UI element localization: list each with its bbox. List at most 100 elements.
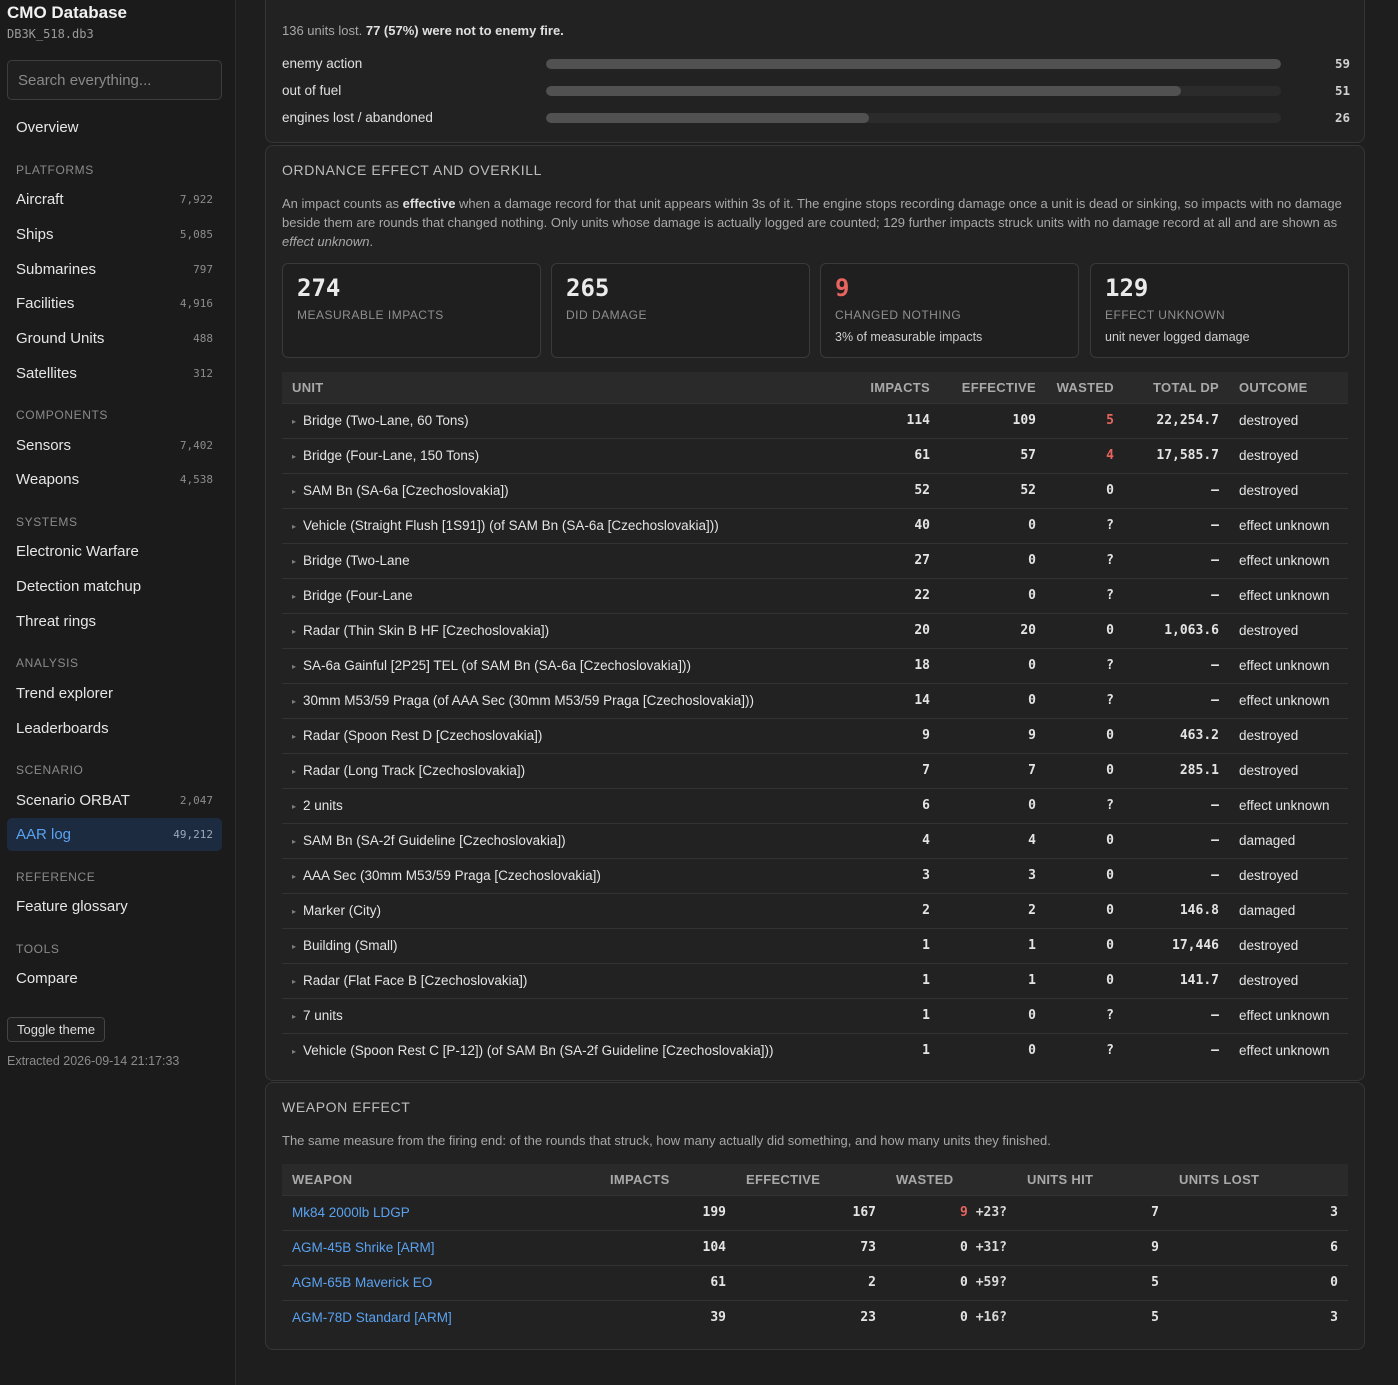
col-impacts[interactable]: IMPACTS [852,372,940,403]
nav-ground-units[interactable]: Ground Units 488 [7,322,222,355]
table-row[interactable]: ▸ Bridge (Two-Lane 27 0? – effect unknown [282,542,1348,578]
table-row[interactable]: ▸ Bridge (Four-Lane 22 0? – effect unknown [282,577,1348,613]
unit-cell[interactable]: ▸ Bridge (Two-Lane [282,542,852,578]
unit-name: Radar (Thin Skin B HF [Czechoslovakia]) [303,623,550,638]
unit-cell[interactable]: ▸ Radar (Long Track [Czechoslovakia]) [282,752,852,788]
table-row[interactable]: ▸ Bridge (Two-Lane, 60 Tons) 114 109 5 22,254… [282,402,1348,438]
nav-compare[interactable]: Compare [7,962,222,995]
table-row[interactable]: ▸ Bridge (Four-Lane, 150 Tons) 61 57 4 17,585… [282,437,1348,473]
unit-cell[interactable]: ▸ SAM Bn (SA-6a [Czechoslovakia]) [282,472,852,508]
unit-cell[interactable]: ▸ 7 units [282,997,852,1033]
col-units-lost[interactable]: UNITS LOST [1169,1164,1348,1195]
nav-leaderboards[interactable]: Leaderboards [7,712,222,745]
table-row[interactable]: ▸ Radar (Long Track [Czechoslovakia]) 7 7 0 2… [282,752,1348,788]
col-effective[interactable]: EFFECTIVE [940,372,1046,403]
nav-aircraft[interactable]: Aircraft 7,922 [7,183,222,216]
unit-cell[interactable]: ▸ Marker (City) [282,892,852,928]
expand-triangle-icon[interactable]: ▸ [292,697,296,706]
weapon-link[interactable]: AGM-65B Maverick EO [292,1275,432,1290]
table-row[interactable]: ▸ AAA Sec (30mm M53/59 Praga [Czechoslova… [282,857,1348,893]
expand-triangle-icon[interactable]: ▸ [292,452,296,461]
expand-triangle-icon[interactable]: ▸ [292,942,296,951]
nav-scenario-orbat[interactable]: Scenario ORBAT 2,047 [7,784,222,817]
expand-triangle-icon[interactable]: ▸ [292,732,296,741]
wasted-cell: 5 [1046,402,1124,438]
col-units-hit[interactable]: UNITS HIT [1017,1164,1169,1195]
table-row[interactable]: ▸ Marker (City) 2 2 0 146.8 damaged [282,892,1348,928]
col-wasted[interactable]: WASTED [1046,372,1124,403]
nav-trend-explorer[interactable]: Trend explorer [7,677,222,710]
unit-cell[interactable]: ▸ Vehicle (Straight Flush [1S91]) (of SAM… [282,507,852,543]
search-input[interactable] [7,60,222,100]
unit-cell[interactable]: ▸ 30mm M53/59 Praga (of AAA Sec (30mm M53… [282,682,852,718]
unit-cell[interactable]: ▸ Bridge (Four-Lane [282,577,852,613]
col-wasted[interactable]: WASTED [886,1164,1017,1195]
expand-triangle-icon[interactable]: ▸ [292,767,296,776]
weapon-link[interactable]: AGM-78D Standard [ARM] [292,1310,452,1325]
expand-triangle-icon[interactable]: ▸ [292,662,296,671]
expand-triangle-icon[interactable]: ▸ [292,872,296,881]
unit-cell[interactable]: ▸ Radar (Spoon Rest D [Czechoslovakia]) [282,717,852,753]
impacts-cell: 22 [852,577,940,613]
expand-triangle-icon[interactable]: ▸ [292,557,296,566]
expand-triangle-icon[interactable]: ▸ [292,592,296,601]
table-row[interactable]: ▸ Building (Small) 1 1 0 17,446 destroyed [282,927,1348,963]
nav-feature-glossary[interactable]: Feature glossary [7,890,222,923]
unit-cell[interactable]: ▸ Building (Small) [282,927,852,963]
table-row[interactable]: ▸ 30mm M53/59 Praga (of AAA Sec (30mm M53… [282,682,1348,718]
expand-triangle-icon[interactable]: ▸ [292,977,296,986]
nav-ships[interactable]: Ships 5,085 [7,218,222,251]
nav-satellites[interactable]: Satellites 312 [7,357,222,390]
col-outcome[interactable]: OUTCOME [1229,372,1348,403]
nav-weapons[interactable]: Weapons 4,538 [7,463,222,496]
weapon-link[interactable]: Mk84 2000lb LDGP [292,1205,410,1220]
table-row[interactable]: ▸ SAM Bn (SA-6a [Czechoslovakia]) 52 52 0– de… [282,472,1348,508]
nav-electronic-warfare[interactable]: Electronic Warfare [7,535,222,568]
unit-cell[interactable]: ▸ AAA Sec (30mm M53/59 Praga [Czechoslova… [282,857,852,893]
nav-label: Facilities [16,295,75,312]
expand-triangle-icon[interactable]: ▸ [292,1047,296,1056]
col-impacts[interactable]: IMPACTS [600,1164,736,1195]
toggle-theme-button[interactable]: Toggle theme [7,1017,106,1042]
unit-cell[interactable]: ▸ Bridge (Two-Lane, 60 Tons) [282,402,852,438]
expand-triangle-icon[interactable]: ▸ [292,522,296,531]
table-row[interactable]: ▸ Radar (Thin Skin B HF [Czechoslovakia])… [282,612,1348,648]
nav-sensors[interactable]: Sensors 7,402 [7,429,222,462]
unit-cell[interactable]: ▸ 2 units [282,787,852,823]
table-row[interactable]: ▸ 7 units 1 0? – effect unknown [282,997,1348,1033]
expand-triangle-icon[interactable]: ▸ [292,907,296,916]
col-effective[interactable]: EFFECTIVE [736,1164,886,1195]
expand-triangle-icon[interactable]: ▸ [292,837,296,846]
unit-cell[interactable]: ▸ SAM Bn (SA-2f Guideline [Czechoslovakia… [282,822,852,858]
unit-cell[interactable]: ▸ Vehicle (Spoon Rest C [P-12]) (of SAM B… [282,1032,852,1068]
nav-facilities[interactable]: Facilities 4,916 [7,287,222,320]
section-components: COMPONENTS [16,408,109,422]
expand-triangle-icon[interactable]: ▸ [292,417,296,426]
nav-detection-matchup[interactable]: Detection matchup [7,570,222,603]
col-weapon[interactable]: WEAPON [282,1164,600,1195]
table-row[interactable]: ▸ SAM Bn (SA-2f Guideline [Czechoslovakia… [282,822,1348,858]
expand-triangle-icon[interactable]: ▸ [292,487,296,496]
nav-threat-rings[interactable]: Threat rings [7,605,222,638]
table-row[interactable]: ▸ Radar (Flat Face B [Czechoslovakia]) 1 1 0… [282,962,1348,998]
weapon-link[interactable]: AGM-45B Shrike [ARM] [292,1240,435,1255]
table-row[interactable]: ▸ Vehicle (Straight Flush [1S91]) (of SAM… [282,507,1348,543]
table-row[interactable]: ▸ Radar (Spoon Rest D [Czechoslovakia]) 9 9… [282,717,1348,753]
nav-aar-log[interactable]: AAR log 49,212 [7,818,222,851]
col-total-dp[interactable]: TOTAL DP [1124,372,1229,403]
col-unit[interactable]: UNIT [282,372,852,403]
table-row[interactable]: ▸ Vehicle (Spoon Rest C [P-12]) (of SAM B… [282,1032,1348,1068]
expand-triangle-icon[interactable]: ▸ [292,802,296,811]
table-row[interactable]: ▸ SA-6a Gainful [2P25] TEL (of SAM Bn (SA… [282,647,1348,683]
unit-cell[interactable]: ▸ Radar (Thin Skin B HF [Czechoslovakia]) [282,612,852,648]
expand-triangle-icon[interactable]: ▸ [292,1012,296,1021]
unit-cell[interactable]: ▸ Radar (Flat Face B [Czechoslovakia]) [282,962,852,998]
nav-overview[interactable]: Overview [7,111,222,144]
nav-submarines[interactable]: Submarines 797 [7,253,222,286]
table-row[interactable]: ▸ 2 units 6 0? – effect unknown [282,787,1348,823]
unit-cell[interactable]: ▸ Bridge (Four-Lane, 150 Tons) [282,437,852,473]
wasted-value: 0 [960,1240,968,1255]
stat-label: EFFECT UNKNOWN [1105,308,1226,322]
expand-triangle-icon[interactable]: ▸ [292,627,296,636]
unit-cell[interactable]: ▸ SA-6a Gainful [2P25] TEL (of SAM Bn (SA… [282,647,852,683]
